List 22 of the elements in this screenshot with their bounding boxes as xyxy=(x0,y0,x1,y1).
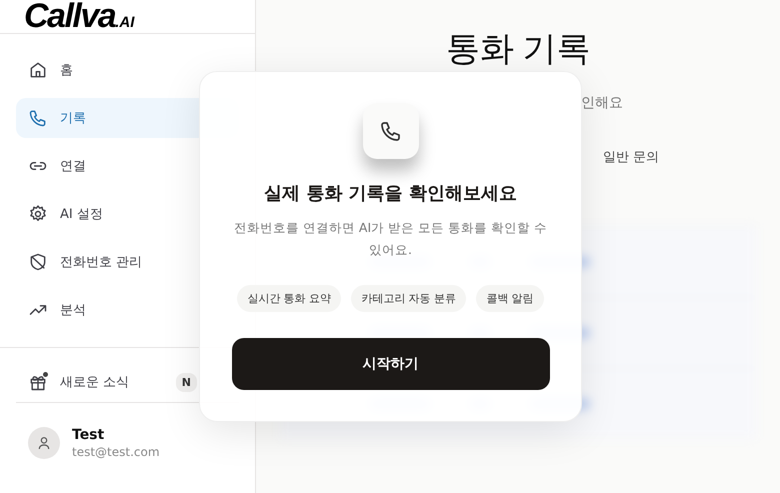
home-icon xyxy=(28,60,48,80)
feature-chip: 카테고리 자동 분류 xyxy=(351,285,466,312)
page-subtitle: 인해요 xyxy=(581,95,623,111)
filter-tab[interactable]: 일반 문의 xyxy=(603,150,660,165)
gear-icon xyxy=(28,204,48,224)
gift-icon xyxy=(28,372,48,392)
logo[interactable]: Callva.AI xyxy=(24,0,134,33)
nav-item[interactable]: 연결 xyxy=(16,146,239,186)
feature-chip: 콜백 알림 xyxy=(476,285,544,312)
user-name: Test xyxy=(72,427,106,443)
shield-icon xyxy=(28,252,48,272)
new-badge: N xyxy=(176,372,197,392)
phone-icon xyxy=(28,108,48,128)
dialog-heading: 실제 통화 기록을 확인해보세요 xyxy=(264,182,517,205)
user-email: test@test.com xyxy=(72,445,160,459)
nav-item[interactable]: 분석 xyxy=(16,290,239,330)
avatar[interactable] xyxy=(28,427,60,459)
page-title: 통화 기록 xyxy=(446,31,590,68)
feature-chip: 실시간 통화 요약 xyxy=(237,285,342,312)
nav-item[interactable]: 홈 xyxy=(16,50,239,90)
phone-icon xyxy=(362,103,418,159)
start-button[interactable]: 시작하기 xyxy=(232,338,550,390)
